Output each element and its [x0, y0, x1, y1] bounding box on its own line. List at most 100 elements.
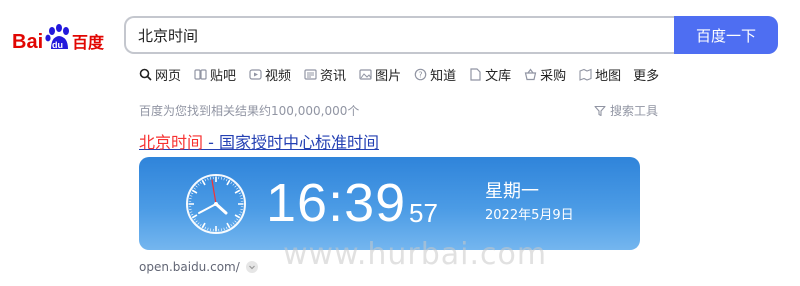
clock-minute-tick: [189, 195, 193, 197]
chevron-down-icon[interactable]: [245, 261, 258, 273]
result-title-text: - 国家授时中心标准时间: [203, 133, 379, 152]
clock-minute-tick: [220, 228, 223, 231]
video-icon: [248, 67, 262, 81]
clock-minute-tick: [232, 183, 235, 186]
clock-minute-tick: [223, 177, 225, 181]
clock-minute-tick: [234, 220, 237, 223]
tab-label: 贴吧: [210, 68, 237, 84]
watermark: www.hurbai.com: [283, 237, 548, 272]
clock-minute-tick: [223, 227, 225, 231]
clock-minute-tick: [197, 222, 200, 225]
result-url[interactable]: open.baidu.com/: [139, 260, 258, 274]
tab-purchase[interactable]: 采购: [523, 64, 566, 84]
tab-wenku[interactable]: 文库: [468, 64, 511, 84]
clock-hour-tick: [226, 222, 231, 229]
search-icon: [138, 67, 152, 81]
search-input[interactable]: [126, 18, 670, 52]
clock-minute-tick: [209, 228, 212, 231]
tab-label: 文库: [485, 68, 512, 84]
clock-minute-tick: [189, 211, 193, 213]
minute-hand: [198, 203, 217, 214]
tab-label: 采购: [540, 68, 567, 84]
filter-icon: [594, 105, 606, 117]
image-icon: [358, 67, 372, 81]
clock-hour-tick: [201, 179, 206, 186]
clock-minute-tick: [225, 178, 228, 182]
tab-web[interactable]: 网页: [138, 64, 181, 84]
svg-text:du: du: [52, 40, 63, 50]
clock-minute-tick: [199, 181, 202, 184]
document-icon: [468, 67, 482, 81]
map-icon: [578, 67, 592, 81]
tab-images[interactable]: 图片: [358, 64, 401, 84]
digital-time: 16:39: [266, 173, 407, 233]
result-stats: 百度为您找到相关结果约100,000,000个: [139, 104, 360, 118]
clock-minute-tick: [193, 187, 196, 190]
clock-hour-tick: [191, 214, 198, 219]
clock-minute-tick: [197, 183, 200, 186]
clock-minute-tick: [209, 177, 212, 180]
tab-label: 网页: [155, 68, 182, 84]
search-results-page: Bai du 百度 百度一下: [0, 0, 800, 286]
result-title-highlight: 北京时间: [139, 133, 204, 152]
clock-minute-tick: [204, 178, 207, 182]
clock-minute-tick: [199, 224, 202, 227]
clock-minute-tick: [225, 226, 228, 230]
clock-minute-tick: [190, 213, 194, 216]
logo-text-bai: Bai: [12, 31, 43, 52]
clock-minute-tick: [239, 195, 243, 197]
clock-minute-tick: [239, 211, 243, 213]
digital-seconds: 57: [409, 198, 438, 228]
clock-minute-tick: [238, 213, 242, 216]
tab-zhidao[interactable]: ? 知道: [413, 64, 456, 84]
weekday: 星期一: [485, 181, 539, 202]
clock-minute-tick: [230, 224, 233, 227]
search-button[interactable]: 百度一下: [674, 16, 778, 54]
clock-minute-tick: [193, 218, 196, 221]
paw-icon: du: [45, 24, 69, 50]
tab-label: 视频: [265, 68, 292, 84]
logo-text-cn: 百度: [72, 33, 105, 52]
clock-minute-tick: [232, 222, 235, 225]
clock-hour-tick: [226, 179, 231, 186]
tab-tieba[interactable]: 贴吧: [193, 64, 236, 84]
clock-minute-tick: [204, 226, 207, 230]
clock-hour-tick: [201, 222, 206, 229]
tab-label: 地图: [595, 68, 622, 84]
clock-hour-tick: [234, 189, 241, 194]
clock-minute-tick: [189, 197, 192, 200]
tab-more[interactable]: 更多: [633, 64, 659, 84]
tab-label: 资讯: [320, 68, 347, 84]
clock-minute-tick: [220, 177, 223, 180]
result-url-text: open.baidu.com/: [139, 260, 240, 274]
tab-news[interactable]: 资讯: [303, 64, 346, 84]
tab-map[interactable]: 地图: [578, 64, 621, 84]
tab-video[interactable]: 视频: [248, 64, 291, 84]
svg-text:?: ?: [418, 70, 422, 79]
clock-minute-tick: [189, 208, 192, 211]
tieba-icon: [193, 67, 207, 81]
clock-minute-tick: [195, 220, 198, 223]
clock-minute-tick: [207, 177, 209, 181]
basket-icon: [523, 67, 537, 81]
clock-hour-tick: [191, 189, 198, 194]
tab-label: 知道: [430, 68, 457, 84]
clock-minute-tick: [195, 185, 198, 188]
news-icon: [303, 67, 317, 81]
search-tools-button[interactable]: 搜索工具: [594, 102, 658, 119]
hour-hand: [214, 202, 228, 215]
baidu-logo[interactable]: Bai du 百度: [12, 18, 112, 52]
clock-minute-tick: [240, 197, 243, 200]
question-icon: ?: [413, 67, 427, 81]
date: 2022年5月9日: [485, 208, 574, 223]
clock-minute-tick: [236, 218, 239, 221]
clock-minute-tick: [236, 187, 239, 190]
search-tabs: 网页 贴吧 视频 资讯 图片 ? 知道 文库 采购 地图 更多: [138, 64, 671, 84]
clock-minute-tick: [230, 181, 233, 184]
clock-minute-tick: [238, 192, 242, 195]
filter-label: 搜索工具: [610, 104, 659, 118]
result-title-link[interactable]: 北京时间 - 国家授时中心标准时间: [139, 129, 379, 153]
second-hand: [211, 179, 217, 205]
tab-label: 图片: [375, 68, 402, 84]
analog-clock: [185, 173, 247, 235]
